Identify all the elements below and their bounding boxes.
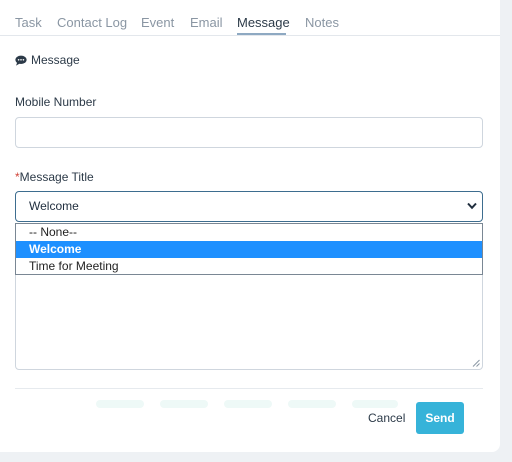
dropdown-option-time-for-meeting[interactable]: Time for Meeting	[16, 258, 482, 275]
mobile-number-label: Mobile Number	[15, 95, 97, 109]
dropdown-option-none[interactable]: -- None--	[16, 224, 482, 241]
resize-grip-icon[interactable]	[472, 359, 480, 367]
faded-button-placeholder	[96, 400, 144, 408]
faded-button-placeholder	[224, 400, 272, 408]
message-title-selected-value: Welcome	[29, 199, 79, 213]
tab-task[interactable]: Task	[15, 15, 42, 31]
tab-message[interactable]: Message	[237, 15, 290, 31]
message-panel: Task Contact Log Event Email Message Not…	[0, 0, 500, 452]
message-title-dropdown: -- None-- Welcome Time for Meeting	[15, 223, 483, 275]
message-title-label: *Message Title	[15, 170, 94, 184]
message-title-select[interactable]: Welcome	[15, 191, 483, 222]
faded-button-placeholder	[160, 400, 208, 408]
mobile-number-input[interactable]	[15, 117, 483, 148]
message-title-label-text: Message Title	[19, 170, 94, 184]
faded-button-placeholder	[288, 400, 336, 408]
tab-email[interactable]: Email	[190, 15, 223, 31]
chat-bubble-icon	[15, 55, 27, 66]
send-button[interactable]: Send	[416, 402, 464, 434]
footer-divider	[15, 388, 483, 389]
tab-notes[interactable]: Notes	[305, 15, 339, 31]
faded-button-placeholder	[352, 400, 398, 408]
dropdown-option-welcome[interactable]: Welcome	[16, 241, 482, 258]
tab-event[interactable]: Event	[141, 15, 174, 31]
active-tab-indicator	[237, 33, 286, 35]
tab-contact-log[interactable]: Contact Log	[57, 15, 127, 31]
cancel-button[interactable]: Cancel	[368, 411, 405, 425]
section-title: Message	[31, 53, 80, 67]
section-header: Message	[15, 53, 80, 67]
chevron-down-icon	[467, 202, 477, 210]
tab-bar: Task Contact Log Event Email Message Not…	[0, 0, 500, 36]
